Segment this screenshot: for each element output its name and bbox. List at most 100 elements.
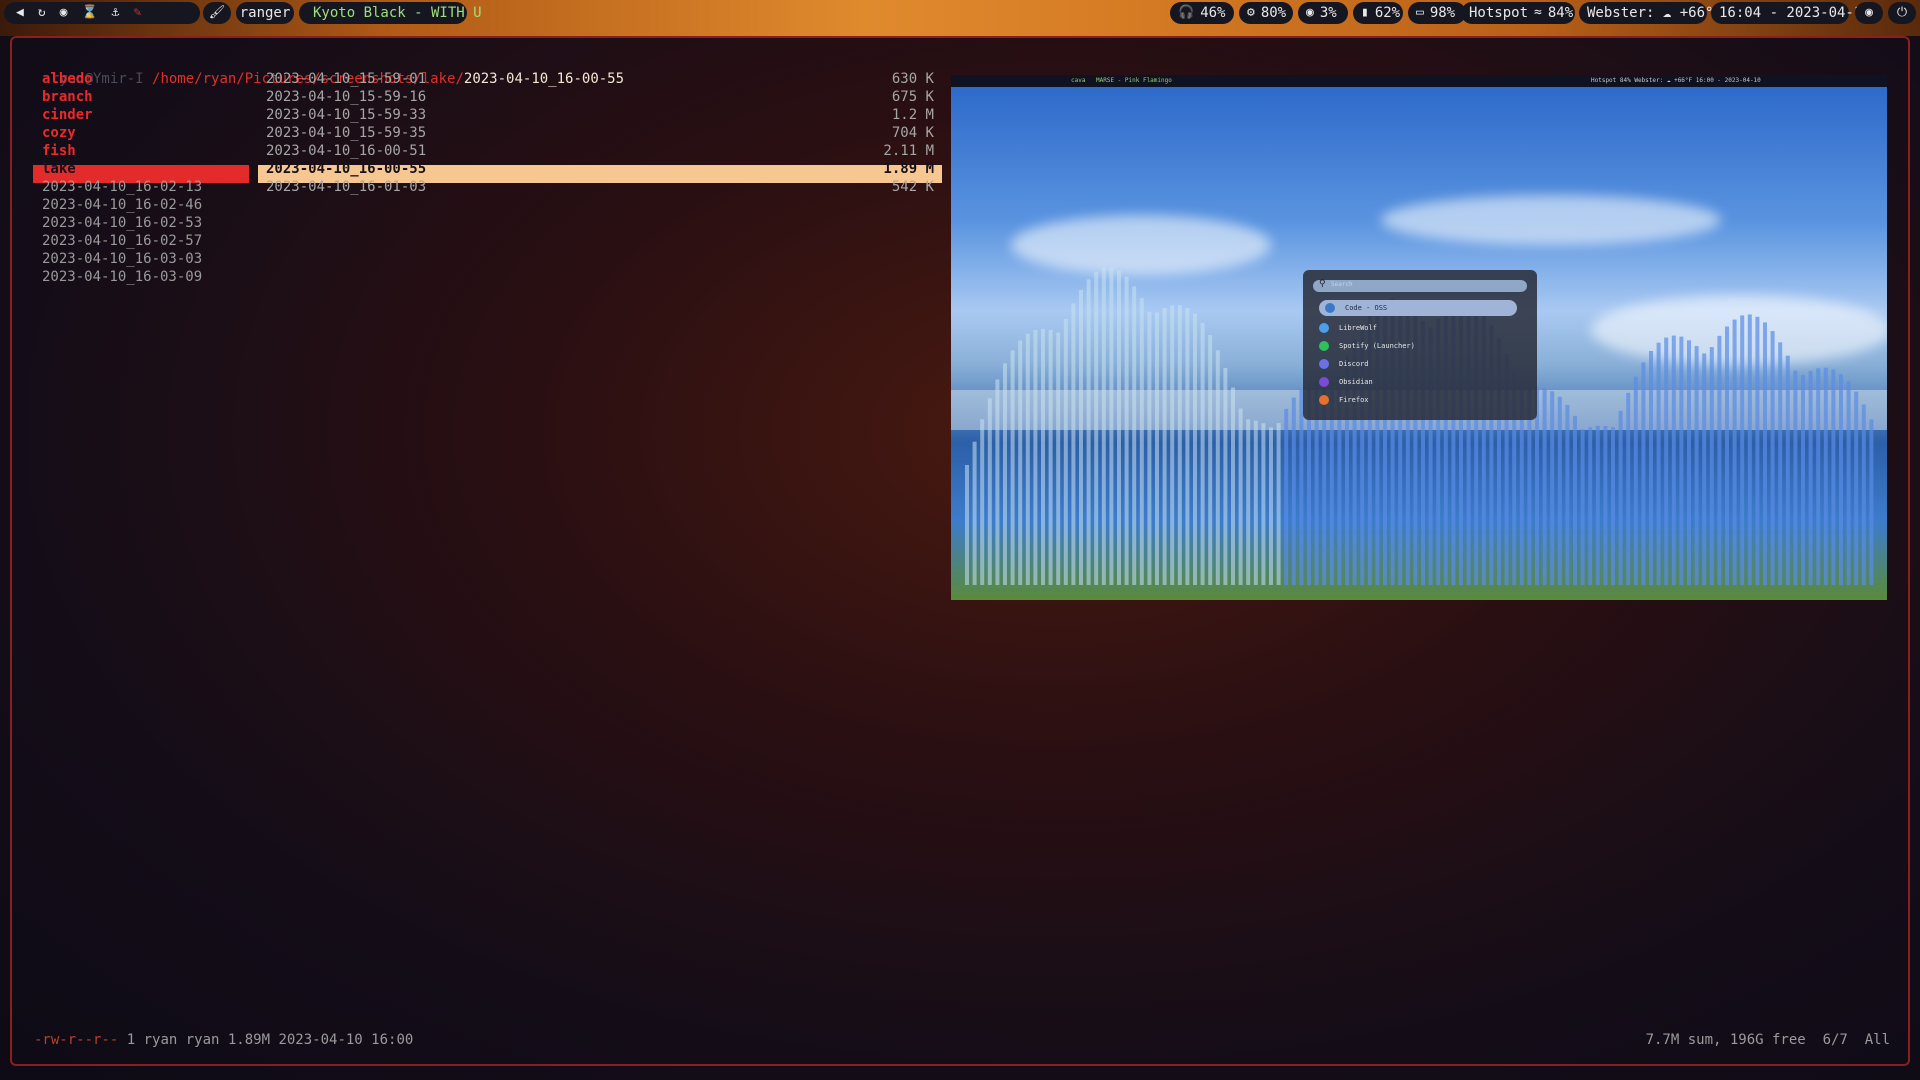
visualizer-bar [1542, 388, 1547, 585]
visualizer-bar [1763, 322, 1767, 585]
file-row-selected[interactable]: 2023-04-10_16-00-55 1.89 M [266, 160, 934, 178]
launcher-item: Obsidian [1313, 374, 1527, 390]
file-row[interactable]: 2023-04-10_15-59-16 675 K [266, 88, 934, 106]
launcher-item-label: Code - OSS [1345, 304, 1388, 312]
visualizer-bar [1284, 408, 1289, 585]
visualizer-bar [1269, 427, 1273, 585]
sibling-entry[interactable]: 2023-04-10_16-02-57 [42, 232, 248, 250]
file-name: 2023-04-10_16-00-51 [266, 143, 427, 159]
dir-entry[interactable]: branch [42, 88, 248, 106]
file-size: 1.89 M [883, 161, 934, 177]
sibling-entry[interactable]: 2023-04-10_16-02-46 [42, 196, 248, 214]
dir-entry-selected[interactable]: lake [42, 160, 248, 178]
file-row[interactable]: 2023-04-10_15-59-35 704 K [266, 124, 934, 142]
visualizer-bar [1238, 408, 1243, 585]
launcher-item: Firefox [1313, 392, 1527, 408]
visualizer-bar [1117, 270, 1121, 585]
refresh-icon[interactable]: ↻ [38, 2, 46, 24]
file-row[interactable]: 2023-04-10_16-01-03 542 K [266, 178, 934, 196]
brush-button[interactable]: 🖌 [203, 2, 231, 24]
visualizer-bar [1010, 350, 1015, 585]
visualizer-bar [1747, 314, 1752, 585]
visualizer-bar [1588, 427, 1593, 585]
sibling-entry[interactable]: 2023-04-10_16-02-53 [42, 214, 248, 232]
clock[interactable]: 16:04 - 2023-04-10 [1711, 2, 1871, 24]
file-size: 2.11 M [883, 143, 934, 159]
visualizer-bar [965, 465, 969, 585]
discord-button[interactable]: ◉ [1855, 2, 1883, 24]
launcher-item: Discord [1313, 356, 1527, 372]
power-icon: ⏻ [1896, 5, 1908, 20]
file-row[interactable]: 2023-04-10_15-59-01 630 K [266, 70, 934, 88]
launcher-item-label: Spotify (Launcher) [1339, 342, 1415, 350]
launcher-item-label: Obsidian [1339, 378, 1373, 386]
pencil-icon[interactable]: ✎ [134, 2, 142, 24]
ranger-path-header: ryan@Ymir-I /home/ryan/Pictures/screensh… [34, 52, 624, 87]
disk-icon: ▮ [1361, 5, 1369, 20]
visualizer-bar [1580, 429, 1585, 585]
app-icon [1319, 323, 1329, 333]
workspace-label[interactable]: ranger [236, 2, 294, 24]
headphones-volume[interactable]: 🎧 46% [1170, 2, 1234, 24]
visualizer-bar [1033, 329, 1038, 585]
dir-name: albedo [42, 71, 93, 87]
dir-entry[interactable]: cozy [42, 124, 248, 142]
visualizer-bar [1193, 313, 1197, 585]
back-arrow-icon[interactable]: ◀ [16, 2, 24, 24]
app-icon [1319, 377, 1329, 387]
visualizer-bar [987, 398, 992, 585]
visualizer-bar [1132, 286, 1137, 585]
file-info: 1 ryan ryan 1.89M 2023-04-10 16:00 [118, 1032, 414, 1048]
battery-status: ▭ 98% [1408, 2, 1466, 24]
visualizer-bar [1823, 367, 1828, 585]
visualizer-bar [1246, 419, 1251, 585]
sibling-entry[interactable]: 2023-04-10_16-03-03 [42, 250, 248, 268]
dir-entry[interactable]: albedo [42, 70, 248, 88]
file-row[interactable]: 2023-04-10_16-00-51 2.11 M [266, 142, 934, 160]
top-status-bar: ◀ ↻ ◉ ⌛ ⚓ ✎ 🖌 ranger Kyoto Black - WITH … [0, 0, 1920, 36]
dir-entry[interactable]: fish [42, 142, 248, 160]
file-size: 704 K [891, 125, 934, 141]
dir-name: lake [42, 161, 76, 177]
visualizer-bar [1611, 427, 1615, 585]
power-button[interactable]: ⏻ [1888, 2, 1916, 24]
visualizer-bar [1740, 315, 1745, 585]
visualizer-bar [1626, 392, 1631, 585]
visualizer-bar [1679, 336, 1684, 585]
visualizer-bar [1656, 342, 1661, 585]
visualizer-bar [1162, 308, 1167, 585]
disk-status: 7.7M sum, 196G free 6/7 All [1645, 1032, 1890, 1048]
disk-usage: ▮ 62% [1353, 2, 1403, 24]
image-preview: cava MARSE - Pink Flamingo Hotspot 84% W… [951, 75, 1887, 600]
dir-entry[interactable]: cinder [42, 106, 248, 124]
visualizer-bar [1200, 322, 1205, 585]
visualizer-bar [1664, 337, 1669, 585]
preview-bar-text: cava [1071, 77, 1086, 84]
hourglass-icon[interactable]: ⌛ [81, 2, 97, 24]
visualizer-bar [1079, 289, 1083, 585]
visualizer-bar [1025, 333, 1030, 585]
anchor-icon[interactable]: ⚓ [112, 2, 120, 24]
visualizer-bar [1291, 397, 1296, 585]
discord-icon: ◉ [1865, 5, 1873, 20]
wifi-value: 84% [1547, 5, 1574, 21]
visualizer-bar [1557, 396, 1562, 585]
visualizer-bar [1725, 326, 1729, 585]
app-launcher: ⚲ Search Code - OSS LibreWolf Spotify (L… [1303, 270, 1537, 420]
visualizer-bar [1253, 420, 1258, 585]
file-permissions: -rw-r--r-- [34, 1032, 119, 1048]
visualizer-bar [1109, 267, 1114, 585]
file-row[interactable]: 2023-04-10_15-59-33 1.2 M [266, 106, 934, 124]
app-icon [1319, 341, 1329, 351]
sibling-entry[interactable]: 2023-04-10_16-03-09 [42, 268, 248, 286]
visualizer-bar [1641, 362, 1646, 585]
visualizer-bar [1261, 423, 1266, 585]
weather-widget[interactable]: Webster: ☁ +66°F [1579, 2, 1722, 24]
media-player[interactable]: Kyoto Black - WITH U [299, 2, 482, 24]
disc-icon[interactable]: ◉ [60, 2, 68, 24]
visualizer-bar [1603, 425, 1608, 585]
file-name: 2023-04-10_15-59-01 [266, 71, 427, 87]
sibling-entry[interactable]: 2023-04-10_16-02-13 [42, 178, 248, 196]
wifi-status[interactable]: Hotspot ≈ 84% [1461, 2, 1575, 24]
visualizer-bar [1633, 376, 1638, 585]
